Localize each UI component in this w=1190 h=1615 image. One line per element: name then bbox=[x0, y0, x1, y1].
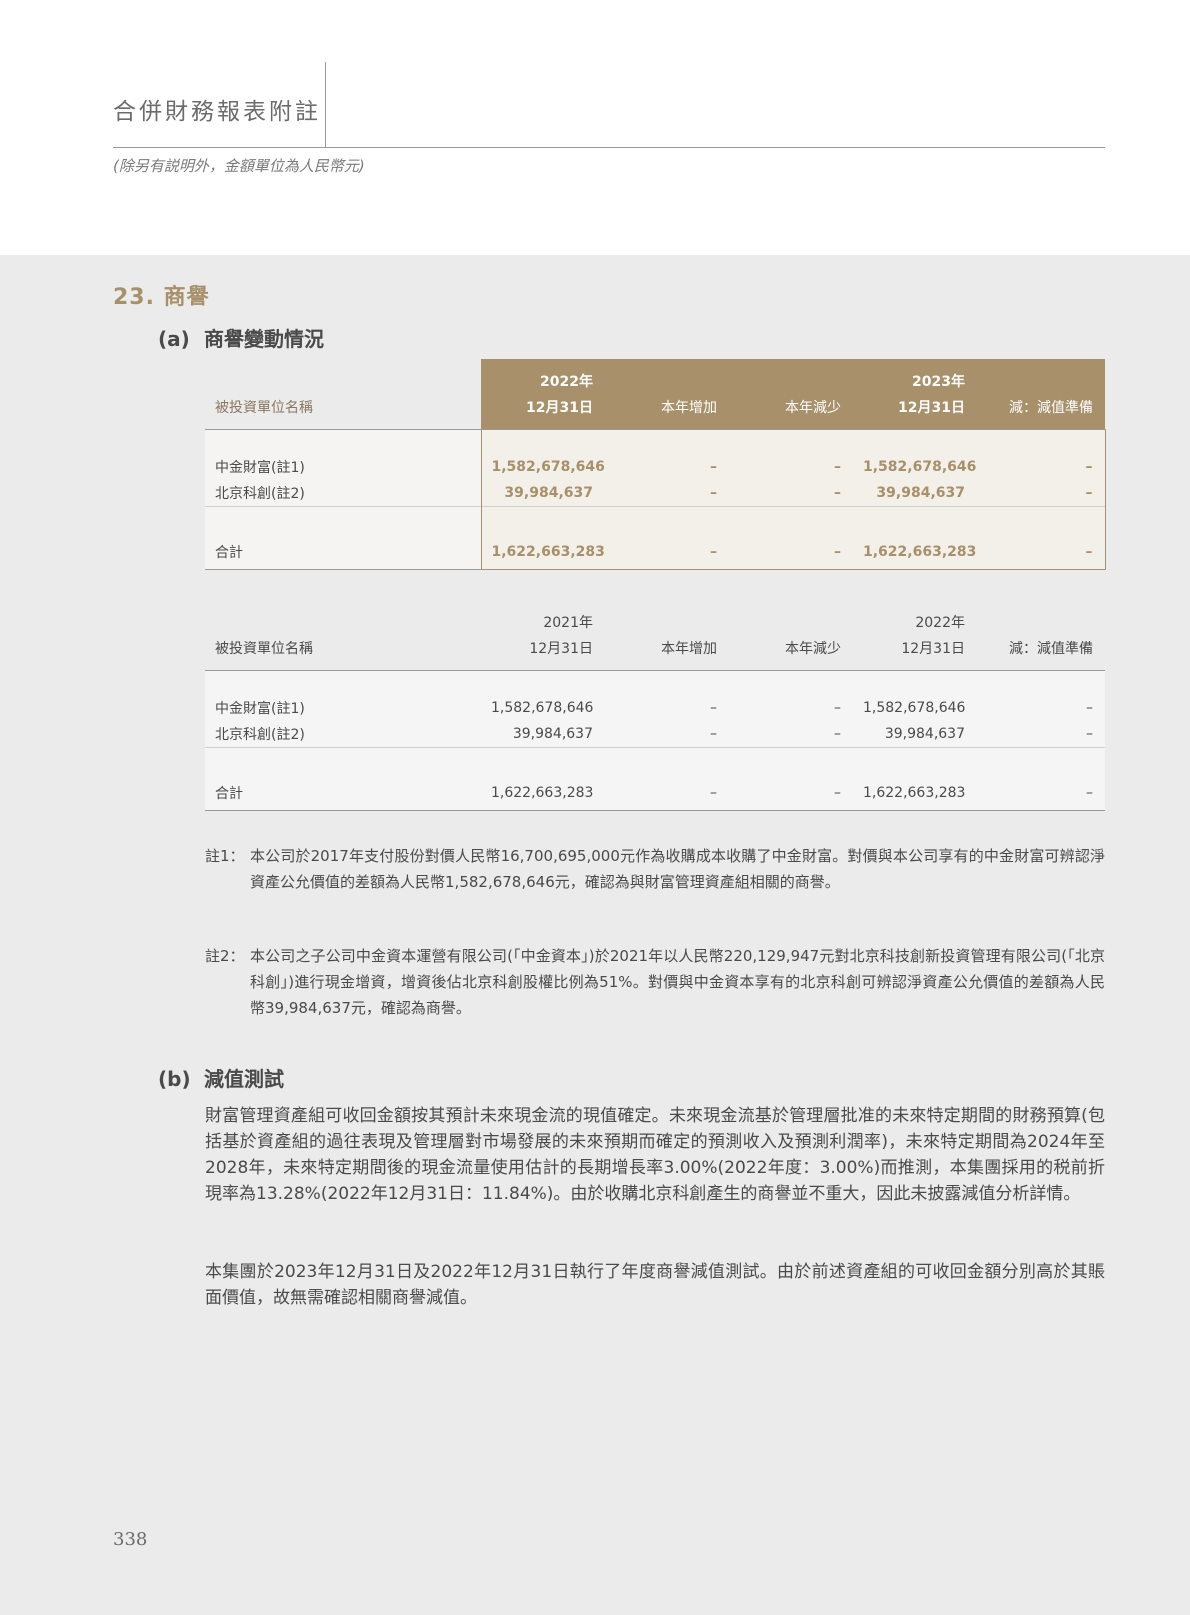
subsection-b-label: (b) bbox=[158, 1067, 191, 1091]
row-closing: 1,582,678,646 bbox=[853, 695, 977, 721]
page-number: 338 bbox=[113, 1529, 148, 1550]
row-impairment: – bbox=[977, 454, 1106, 480]
table-total-row: 合計 1,622,663,283 – – 1,622,663,283 – bbox=[205, 776, 1105, 811]
row-decrease: – bbox=[729, 695, 853, 721]
header-closing-date: 12月31日 bbox=[901, 641, 965, 657]
header-closing-year: 2023年 bbox=[912, 374, 965, 390]
footnote-1: 註1： 本公司於2017年支付股份對價人民幣16,700,695,000元作為收… bbox=[205, 843, 1105, 895]
subsection-b-heading: (b) 減值測試 bbox=[158, 1063, 284, 1092]
header-investee-name: 被投資單位名稱 bbox=[205, 359, 481, 430]
header-decrease: 本年減少 bbox=[729, 359, 853, 430]
row-decrease: – bbox=[729, 454, 853, 480]
row-name: 北京科創(註2) bbox=[205, 480, 481, 507]
subsection-a-title: 商譽變動情況 bbox=[204, 327, 324, 351]
footnote-1-label: 註1： bbox=[205, 847, 245, 865]
table-total-row: 合計 1,622,663,283 – – 1,622,663,283 – bbox=[205, 535, 1106, 570]
row-impairment: – bbox=[977, 480, 1106, 507]
header-investee-name: 被投資單位名稱 bbox=[205, 600, 481, 671]
footnote-2: 註2： 本公司之子公司中金資本運營有限公司(「中金資本」)於2021年以人民幣2… bbox=[205, 943, 1105, 1021]
row-decrease: – bbox=[729, 721, 853, 748]
header-opening-year: 2022年 bbox=[540, 374, 593, 390]
header-divider-horizontal bbox=[113, 147, 1105, 148]
header-impairment: 減：減值準備 bbox=[977, 600, 1105, 671]
table-row: 中金財富(註1) 1,582,678,646 – – 1,582,678,646… bbox=[205, 695, 1105, 721]
goodwill-table-2022: 被投資單位名稱 2021年 12月31日 本年增加 本年減少 2022年 12月31… bbox=[205, 600, 1105, 811]
row-closing: 1,582,678,646 bbox=[853, 454, 977, 480]
total-name: 合計 bbox=[205, 776, 481, 811]
footnote-1-text: 本公司於2017年支付股份對價人民幣16,700,695,000元作為收購成本收… bbox=[250, 847, 1105, 891]
row-opening: 1,582,678,646 bbox=[480, 454, 605, 480]
footnote-2-label: 註2： bbox=[205, 947, 245, 965]
total-decrease: – bbox=[729, 776, 853, 811]
header-opening-balance: 2022年 12月31日 bbox=[481, 359, 605, 430]
subsection-a-label: (a) bbox=[158, 327, 190, 351]
table-row: 北京科創(註2) 39,984,637 – – 39,984,637 – bbox=[205, 721, 1105, 748]
row-increase: – bbox=[605, 695, 729, 721]
page-title: 合併財務報表附註 bbox=[113, 99, 321, 125]
row-increase: – bbox=[605, 454, 729, 480]
row-increase: – bbox=[605, 480, 729, 507]
row-increase: – bbox=[605, 721, 729, 748]
header-closing-date: 12月31日 bbox=[898, 400, 965, 416]
page-subtitle: (除另有説明外，金額單位為人民幣元) bbox=[113, 157, 365, 175]
subsection-b-title: 減值測試 bbox=[204, 1067, 284, 1091]
total-closing: 1,622,663,283 bbox=[853, 776, 977, 811]
row-impairment: – bbox=[977, 695, 1105, 721]
row-impairment: – bbox=[977, 721, 1105, 748]
row-opening: 39,984,637 bbox=[480, 480, 605, 507]
page-header bbox=[0, 0, 1190, 255]
header-opening-balance: 2021年 12月31日 bbox=[481, 600, 605, 671]
row-closing: 39,984,637 bbox=[853, 480, 977, 507]
total-closing: 1,622,663,283 bbox=[853, 535, 977, 570]
total-impairment: – bbox=[977, 535, 1106, 570]
row-closing: 39,984,637 bbox=[853, 721, 977, 748]
header-divider-vertical bbox=[325, 62, 326, 147]
section-title: 23. 商譽 bbox=[113, 285, 210, 310]
header-closing-balance: 2022年 12月31日 bbox=[853, 600, 977, 671]
total-opening: 1,622,663,283 bbox=[481, 776, 605, 811]
impairment-paragraph-2: 本集團於2023年12月31日及2022年12月31日執行了年度商譽減值測試。由… bbox=[205, 1262, 1105, 1308]
total-name: 合計 bbox=[205, 535, 481, 570]
header-opening-year: 2021年 bbox=[543, 615, 593, 631]
row-name: 中金財富(註1) bbox=[205, 454, 481, 480]
table-row: 北京科創(註2) 39,984,637 – – 39,984,637 – bbox=[205, 480, 1106, 507]
goodwill-table-2023: 被投資單位名稱 2022年 12月31日 本年增加 本年減少 2023年 12月31… bbox=[205, 359, 1106, 570]
header-impairment: 減：減值準備 bbox=[977, 359, 1105, 430]
total-decrease: – bbox=[729, 535, 853, 570]
subsection-a-heading: (a) 商譽變動情況 bbox=[158, 323, 324, 352]
footnote-2-text: 本公司之子公司中金資本運營有限公司(「中金資本」)於2021年以人民幣220,1… bbox=[250, 947, 1105, 1017]
row-decrease: – bbox=[729, 480, 853, 507]
row-name: 北京科創(註2) bbox=[205, 721, 481, 748]
row-opening: 39,984,637 bbox=[481, 721, 605, 748]
header-opening-date: 12月31日 bbox=[529, 641, 593, 657]
total-opening: 1,622,663,283 bbox=[480, 535, 605, 570]
total-increase: – bbox=[605, 535, 729, 570]
table-row: 中金財富(註1) 1,582,678,646 – – 1,582,678,646… bbox=[205, 454, 1106, 480]
header-opening-date: 12月31日 bbox=[526, 400, 593, 416]
total-impairment: – bbox=[977, 776, 1105, 811]
header-closing-balance: 2023年 12月31日 bbox=[853, 359, 977, 430]
header-increase: 本年增加 bbox=[605, 359, 729, 430]
header-closing-year: 2022年 bbox=[915, 615, 965, 631]
row-name: 中金財富(註1) bbox=[205, 695, 481, 721]
header-decrease: 本年減少 bbox=[729, 600, 853, 671]
total-increase: – bbox=[605, 776, 729, 811]
header-increase: 本年增加 bbox=[605, 600, 729, 671]
row-opening: 1,582,678,646 bbox=[481, 695, 605, 721]
impairment-paragraph-1: 財富管理資產組可收回金額按其預計未來現金流的現值確定。未來現金流基於管理層批准的… bbox=[205, 1106, 1105, 1204]
